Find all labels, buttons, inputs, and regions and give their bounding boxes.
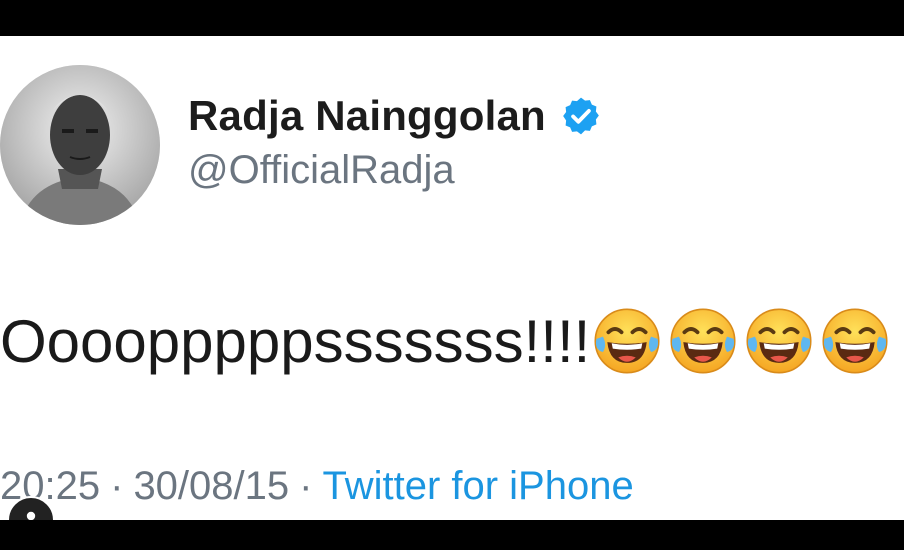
face-with-tears-of-joy-icon [746, 308, 812, 374]
tweet-date[interactable]: 30/08/15 [133, 464, 289, 509]
tweet-text: Oooopppppsssssss!!!! [0, 307, 591, 375]
user-handle[interactable]: @OfficialRadja [188, 148, 455, 193]
verified-badge-icon [563, 97, 599, 135]
face-with-tears-of-joy-icon [822, 308, 888, 374]
face-with-tears-of-joy-icon [594, 308, 660, 374]
tweet-card: Radja Nainggolan @OfficialRadja Oooopppp… [0, 36, 904, 520]
emoji-row [592, 306, 896, 376]
profile-avatar[interactable] [0, 65, 160, 225]
tweet-source-link[interactable]: Twitter for iPhone [322, 464, 633, 509]
tweet-body: Oooopppppsssssss!!!! [0, 306, 896, 376]
display-name[interactable]: Radja Nainggolan [188, 92, 546, 140]
face-with-tears-of-joy-icon [670, 308, 736, 374]
tweet-meta: 20:25 · 30/08/15 · Twitter for iPhone [0, 464, 634, 509]
meta-separator: · [110, 464, 124, 508]
meta-separator: · [299, 464, 313, 508]
bottom-letterbox [0, 520, 904, 550]
